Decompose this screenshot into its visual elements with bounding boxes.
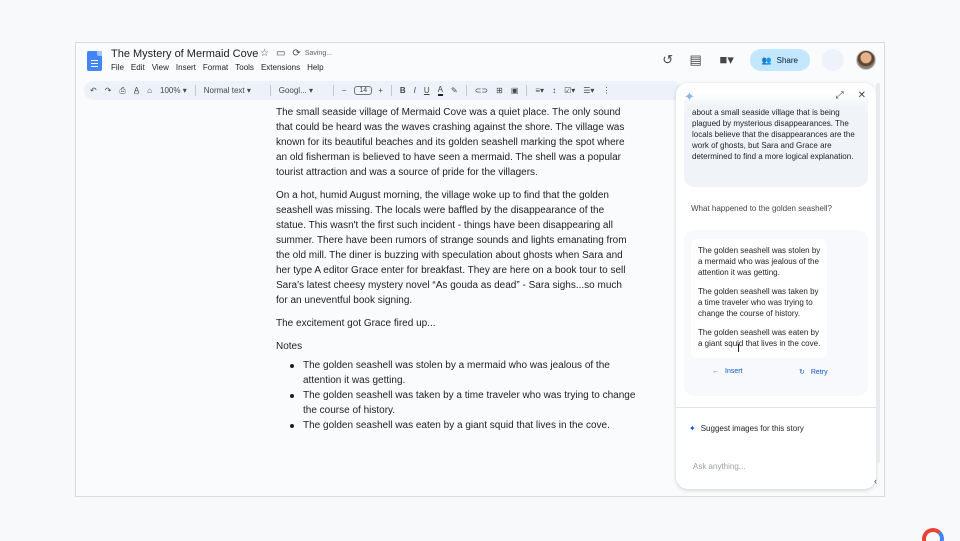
move-folder-icon[interactable]: ▭	[276, 48, 285, 59]
menu-tools[interactable]: Tools	[235, 63, 254, 72]
font-size-input[interactable]: 14	[354, 86, 373, 95]
paragraph: The excitement got Grace fired up...	[276, 318, 436, 329]
font-value: Googl...	[278, 86, 307, 95]
panel-divider	[676, 407, 876, 408]
toolbar-divider	[526, 85, 528, 96]
menu-bar: File Edit View Insert Format Tools Exten…	[111, 63, 324, 72]
toolbar-divider	[332, 85, 334, 96]
document-title[interactable]: The Mystery of Mermaid Cove	[111, 48, 258, 60]
line-spacing-icon[interactable]: ↕	[552, 86, 556, 95]
menu-file[interactable]: File	[111, 63, 124, 72]
toolbar-divider	[269, 85, 271, 96]
undo-icon[interactable]: ↶	[90, 86, 97, 95]
formatting-toolbar: ↶ ↷ ⎙ A̲ ⌂ 100% ▾ Normal text ▾ Googl...…	[84, 81, 682, 100]
toolbar-divider	[390, 85, 392, 96]
save-status: Saving...	[304, 50, 333, 57]
style-select[interactable]: Normal text ▾	[204, 86, 262, 95]
document-page[interactable]: The small seaside village of Mermaid Cov…	[276, 105, 636, 433]
toolbar-divider	[465, 85, 467, 96]
menu-format[interactable]: Format	[203, 63, 228, 72]
paint-format-icon[interactable]: ⌂	[147, 86, 152, 95]
retry-label: Retry	[810, 368, 828, 376]
style-value: Normal text	[203, 86, 245, 95]
menu-extensions[interactable]: Extensions	[261, 63, 300, 72]
toolbar-divider	[194, 85, 196, 96]
text-color-icon[interactable]: A	[437, 85, 443, 96]
redo-icon[interactable]: ↷	[105, 86, 112, 95]
user-avatar[interactable]	[856, 50, 876, 70]
share-button[interactable]: 👥 Share	[749, 49, 810, 71]
zoom-value: 100%	[160, 86, 181, 95]
notes-heading: Notes	[276, 341, 303, 352]
docs-logo-icon[interactable]	[87, 51, 102, 71]
response-item: The golden seashell was taken by a time …	[698, 287, 819, 318]
sparkle-icon: ✦	[689, 424, 696, 433]
sync-icon: ⟳	[292, 48, 301, 59]
italic-icon[interactable]: I	[414, 86, 416, 95]
link-icon[interactable]: ⊂⊃	[475, 86, 488, 95]
gemini-side-panel: about a small seaside village that is be…	[676, 83, 876, 489]
increase-font-icon[interactable]: +	[378, 86, 383, 95]
checklist-icon[interactable]: ☑▾	[564, 86, 575, 95]
numbered-list-icon[interactable]: ⋮	[602, 86, 610, 95]
insert-label: Insert	[725, 368, 743, 375]
notes-list: The golden seashell was stolen by a merm…	[289, 358, 636, 433]
bullet-list-icon[interactable]: ☰▾	[583, 86, 594, 95]
response-item: The golden seashell was stolen by a merm…	[698, 246, 821, 277]
print-icon[interactable]: ⎙	[119, 86, 125, 96]
ask-input[interactable]: Ask anything...	[693, 462, 745, 471]
list-item: The golden seashell was taken by a time …	[289, 388, 636, 418]
text-cursor	[738, 344, 739, 352]
bold-icon[interactable]: B	[400, 86, 406, 95]
highlight-icon[interactable]: ✎	[451, 86, 458, 95]
expand-icon[interactable]: ⤢	[836, 90, 844, 101]
chevron-left-icon[interactable]: ‹	[874, 476, 877, 486]
menu-edit[interactable]: Edit	[131, 63, 145, 72]
sparkle-icon: ✦	[684, 89, 695, 104]
docs-window: The Mystery of Mermaid Cove ☆ ▭ ⟳ Saving…	[75, 42, 885, 497]
paragraph: The small seaside village of Mermaid Cov…	[276, 107, 625, 178]
insert-image-icon[interactable]: ▣	[511, 86, 519, 95]
menu-help[interactable]: Help	[307, 63, 323, 72]
response-content: The golden seashell was stolen by a merm…	[691, 239, 827, 358]
title-bar: The Mystery of Mermaid Cove ☆ ▭ ⟳ Saving…	[76, 43, 884, 79]
retry-button[interactable]: ↻ Retry	[799, 368, 828, 377]
suggest-images-chip[interactable]: ✦ Suggest images for this story	[689, 424, 804, 433]
menu-view[interactable]: View	[152, 63, 169, 72]
user-prompt: What happened to the golden seashell?	[691, 204, 832, 213]
comments-icon[interactable]: ▤	[688, 52, 704, 68]
account-placeholder	[822, 49, 844, 71]
history-icon[interactable]: ↺	[660, 52, 676, 68]
summary-text: about a small seaside village that is be…	[692, 108, 855, 161]
refresh-icon: ↻	[799, 369, 805, 376]
star-icon[interactable]: ☆	[260, 48, 269, 59]
panel-scrollbar[interactable]	[876, 83, 880, 463]
decrease-font-icon[interactable]: −	[342, 86, 347, 95]
align-icon[interactable]: ≡▾	[535, 86, 544, 95]
google-logo-icon	[922, 528, 944, 541]
response-item: The golden seashell was eaten by a giant…	[698, 328, 821, 348]
zoom-select[interactable]: 100% ▾	[160, 86, 187, 95]
menu-insert[interactable]: Insert	[176, 63, 196, 72]
paragraph: On a hot, humid August morning, the vill…	[276, 190, 627, 306]
response-card: The golden seashell was stolen by a merm…	[684, 230, 868, 396]
suggest-label: Suggest images for this story	[700, 424, 804, 433]
list-item: The golden seashell was stolen by a merm…	[289, 358, 636, 388]
list-item: The golden seashell was eaten by a giant…	[289, 418, 636, 433]
arrow-left-icon: ←	[712, 368, 719, 375]
insert-button[interactable]: ← Insert	[712, 368, 743, 375]
share-label: Share	[776, 55, 798, 65]
underline-icon[interactable]: U	[424, 86, 430, 95]
spellcheck-icon[interactable]: A̲	[134, 86, 139, 95]
people-icon: 👥	[761, 55, 772, 65]
font-select[interactable]: Googl... ▾	[279, 86, 325, 95]
meet-icon[interactable]: ■▾	[716, 52, 738, 68]
close-icon[interactable]: ✕	[858, 90, 866, 101]
add-comment-icon[interactable]: ⊞	[496, 86, 503, 95]
